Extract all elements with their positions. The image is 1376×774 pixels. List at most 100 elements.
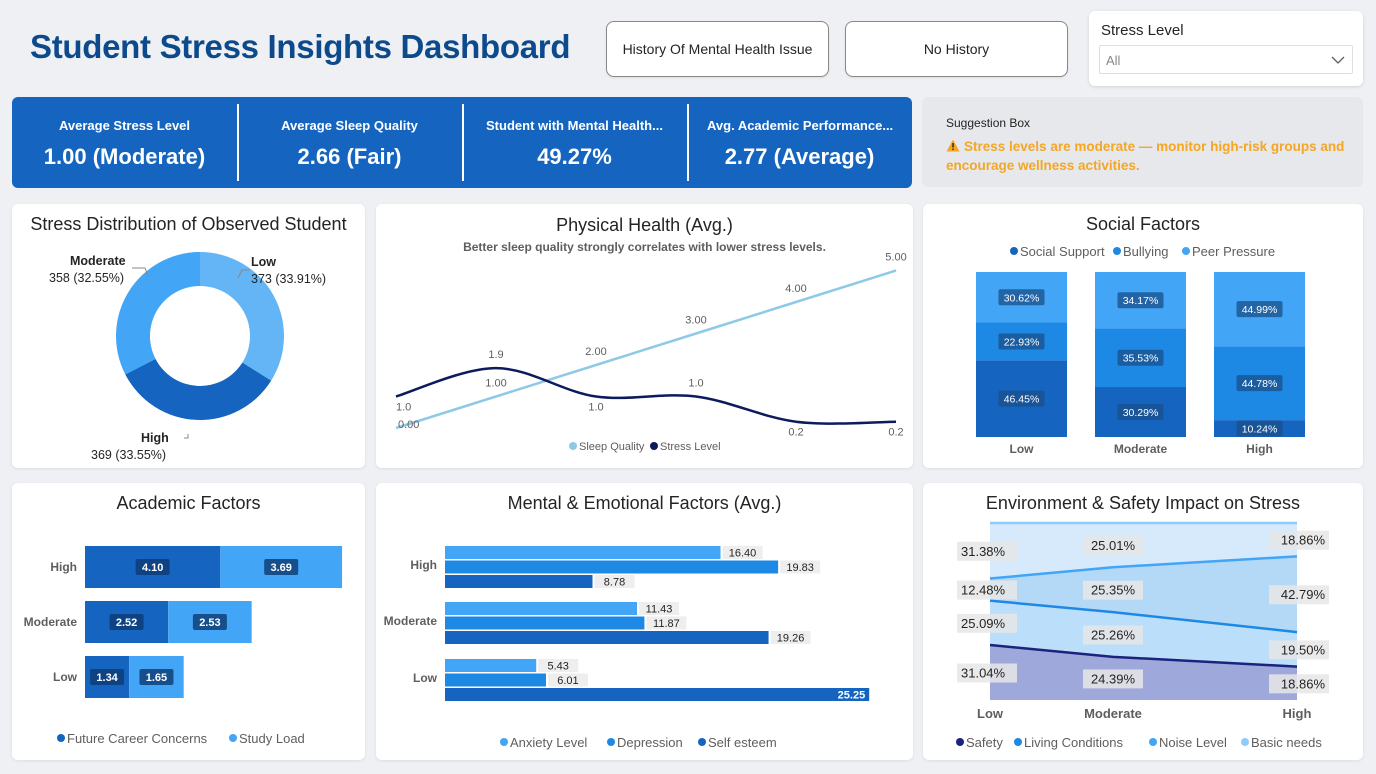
data-label-stress-level: 1.0 bbox=[688, 378, 703, 390]
slice-label-high: High bbox=[141, 431, 169, 445]
series-line-stress-level[interactable] bbox=[395, 366, 897, 425]
category-label: High bbox=[1283, 706, 1312, 721]
line-chart: 0.00 1.00 2.00 3.00 4.00 5.00 1.0 1.9 1.0 1.0 0.2 0… bbox=[395, 252, 907, 453]
kpi-label: Average Stress Level bbox=[58, 118, 191, 133]
legend-depression: Depression bbox=[617, 735, 683, 750]
legend-marker-bullying bbox=[1113, 247, 1121, 255]
data-label-bullying: 22.93% bbox=[1004, 336, 1040, 348]
kpi-value: 2.77 (Average) bbox=[724, 144, 875, 169]
data-label-social-support: 30.29% bbox=[1123, 407, 1159, 419]
history-mental-health-button[interactable]: History Of Mental Health Issue bbox=[606, 21, 829, 77]
kpi-value: 2.66 (Fair) bbox=[297, 144, 402, 169]
data-label-future-career-concerns: 2.52 bbox=[116, 617, 137, 629]
data-label-social-support: 10.24% bbox=[1242, 424, 1278, 436]
data-label-basic-needs: 25.01% bbox=[1091, 538, 1136, 553]
data-label-future-career-concerns: 4.10 bbox=[142, 562, 163, 574]
suggestion-box: Suggestion Box Stress levels are moderat… bbox=[922, 97, 1363, 187]
legend-marker-sleep bbox=[569, 442, 577, 450]
stress-level-dropdown[interactable]: All bbox=[1099, 45, 1353, 74]
data-label-stress-level: 1.9 bbox=[488, 349, 503, 361]
physical-health-panel: Physical Health (Avg.) Better sleep qual… bbox=[376, 204, 913, 468]
category-label: Moderate bbox=[1084, 706, 1142, 721]
data-label-depression: 19.83 bbox=[786, 562, 814, 574]
legend-marker-safety bbox=[956, 738, 964, 746]
category-label: Moderate bbox=[384, 614, 438, 628]
donut-slice-high[interactable] bbox=[125, 358, 272, 420]
bar-depression[interactable] bbox=[445, 616, 645, 630]
suggestion-label: Suggestion Box bbox=[946, 116, 1031, 130]
data-label-bullying: 35.53% bbox=[1123, 353, 1159, 365]
legend-marker-self-esteem bbox=[698, 738, 706, 746]
legend-peer-pressure: Peer Pressure bbox=[1192, 244, 1275, 259]
category-label: High bbox=[1246, 442, 1273, 456]
bar-self-esteem[interactable] bbox=[445, 575, 593, 588]
kpi-strip: Average Stress Level 1.00 (Moderate) Ave… bbox=[12, 97, 912, 188]
legend-marker-peer-pressure bbox=[1182, 247, 1190, 255]
legend-marker-study-load bbox=[229, 734, 237, 742]
social-factors-chart: Social Support Bullying Peer Pressure 46… bbox=[976, 244, 1305, 456]
slice-label-moderate: Moderate bbox=[70, 254, 126, 268]
kpi-label: Student with Mental Health... bbox=[486, 118, 663, 133]
data-label-noise-level: 25.35% bbox=[1091, 583, 1136, 598]
legend-safety: Safety bbox=[966, 735, 1003, 750]
category-label: Low bbox=[53, 670, 78, 684]
category-label: Moderate bbox=[24, 615, 78, 629]
legend-marker-social-support bbox=[1010, 247, 1018, 255]
environment-safety-panel: Environment & Safety Impact on Stress 31… bbox=[923, 483, 1363, 760]
legend-basic-needs: Basic needs bbox=[1251, 735, 1322, 750]
data-label-study-load: 1.65 bbox=[146, 672, 167, 684]
data-label-basic-needs: 31.38% bbox=[961, 544, 1006, 559]
legend-marker-living bbox=[1014, 738, 1022, 746]
data-label-anxiety-level: 5.43 bbox=[548, 661, 569, 673]
warning-icon bbox=[946, 139, 960, 152]
data-label-sleep-quality: 3.00 bbox=[685, 315, 706, 327]
legend-bullying: Bullying bbox=[1123, 244, 1169, 259]
data-label-sleep-quality: 0.00 bbox=[398, 419, 419, 431]
bar-depression[interactable] bbox=[445, 560, 779, 574]
chevron-down-icon bbox=[1331, 56, 1345, 64]
page-title: Student Stress Insights Dashboard bbox=[30, 28, 571, 65]
kpi-avg-stress: Average Stress Level 1.00 (Moderate) bbox=[12, 97, 237, 188]
environment-area-chart: 31.04% 24.39% 18.86% 25.09% 25.26% 19.50% 12.4… bbox=[956, 521, 1329, 750]
suggestion-message: Stress levels are moderate — monitor hig… bbox=[946, 139, 1345, 173]
bar-self-esteem[interactable] bbox=[445, 688, 870, 701]
legend-sleep-quality: Sleep Quality bbox=[579, 441, 645, 453]
data-label-anxiety-level: 11.43 bbox=[646, 604, 673, 616]
bar-depression[interactable] bbox=[445, 673, 546, 687]
data-label-sleep-quality: 1.00 bbox=[485, 378, 506, 390]
data-label-stress-level: 1.0 bbox=[396, 402, 411, 414]
bar-self-esteem[interactable] bbox=[445, 631, 769, 644]
kpi-avg-sleep: Average Sleep Quality 2.66 (Fair) bbox=[237, 97, 462, 188]
donut-slice-moderate[interactable] bbox=[115, 252, 200, 375]
data-label-study-load: 3.69 bbox=[270, 562, 291, 574]
data-label-self-esteem: 25.25 bbox=[838, 690, 866, 702]
category-label: Low bbox=[977, 706, 1004, 721]
data-label-future-career-concerns: 1.34 bbox=[96, 672, 118, 684]
data-label-self-esteem: 8.78 bbox=[604, 577, 625, 589]
legend-marker-stress bbox=[650, 442, 658, 450]
data-label-safety: 18.86% bbox=[1281, 676, 1326, 691]
dropdown-value: All bbox=[1106, 53, 1121, 68]
legend-self-esteem: Self esteem bbox=[708, 735, 777, 750]
data-label-stress-level: 1.0 bbox=[588, 402, 603, 414]
slice-value-moderate: 358 (32.55%) bbox=[49, 271, 124, 285]
data-label-peer-pressure: 34.17% bbox=[1123, 295, 1159, 307]
bar-anxiety-level[interactable] bbox=[445, 546, 721, 559]
no-history-button[interactable]: No History bbox=[845, 21, 1068, 77]
legend-marker-career bbox=[57, 734, 65, 742]
category-label: Moderate bbox=[1114, 442, 1168, 456]
series-line-sleep-quality[interactable] bbox=[395, 269, 897, 430]
legend-marker-noise bbox=[1149, 738, 1157, 746]
slice-label-low: Low bbox=[251, 255, 276, 269]
legend-marker-depression bbox=[607, 738, 615, 746]
data-label-depression: 11.87 bbox=[653, 618, 680, 630]
data-label-peer-pressure: 44.99% bbox=[1242, 304, 1278, 316]
legend-living-conditions: Living Conditions bbox=[1024, 735, 1124, 750]
legend-noise-level: Noise Level bbox=[1159, 735, 1227, 750]
data-label-study-load: 2.53 bbox=[199, 617, 220, 629]
data-label-noise-level: 12.48% bbox=[961, 583, 1006, 598]
bar-anxiety-level[interactable] bbox=[445, 659, 537, 672]
bar-anxiety-level[interactable] bbox=[445, 602, 638, 615]
data-label-stress-level: 0.2 bbox=[888, 427, 903, 439]
data-label-living-conditions: 25.09% bbox=[961, 616, 1006, 631]
